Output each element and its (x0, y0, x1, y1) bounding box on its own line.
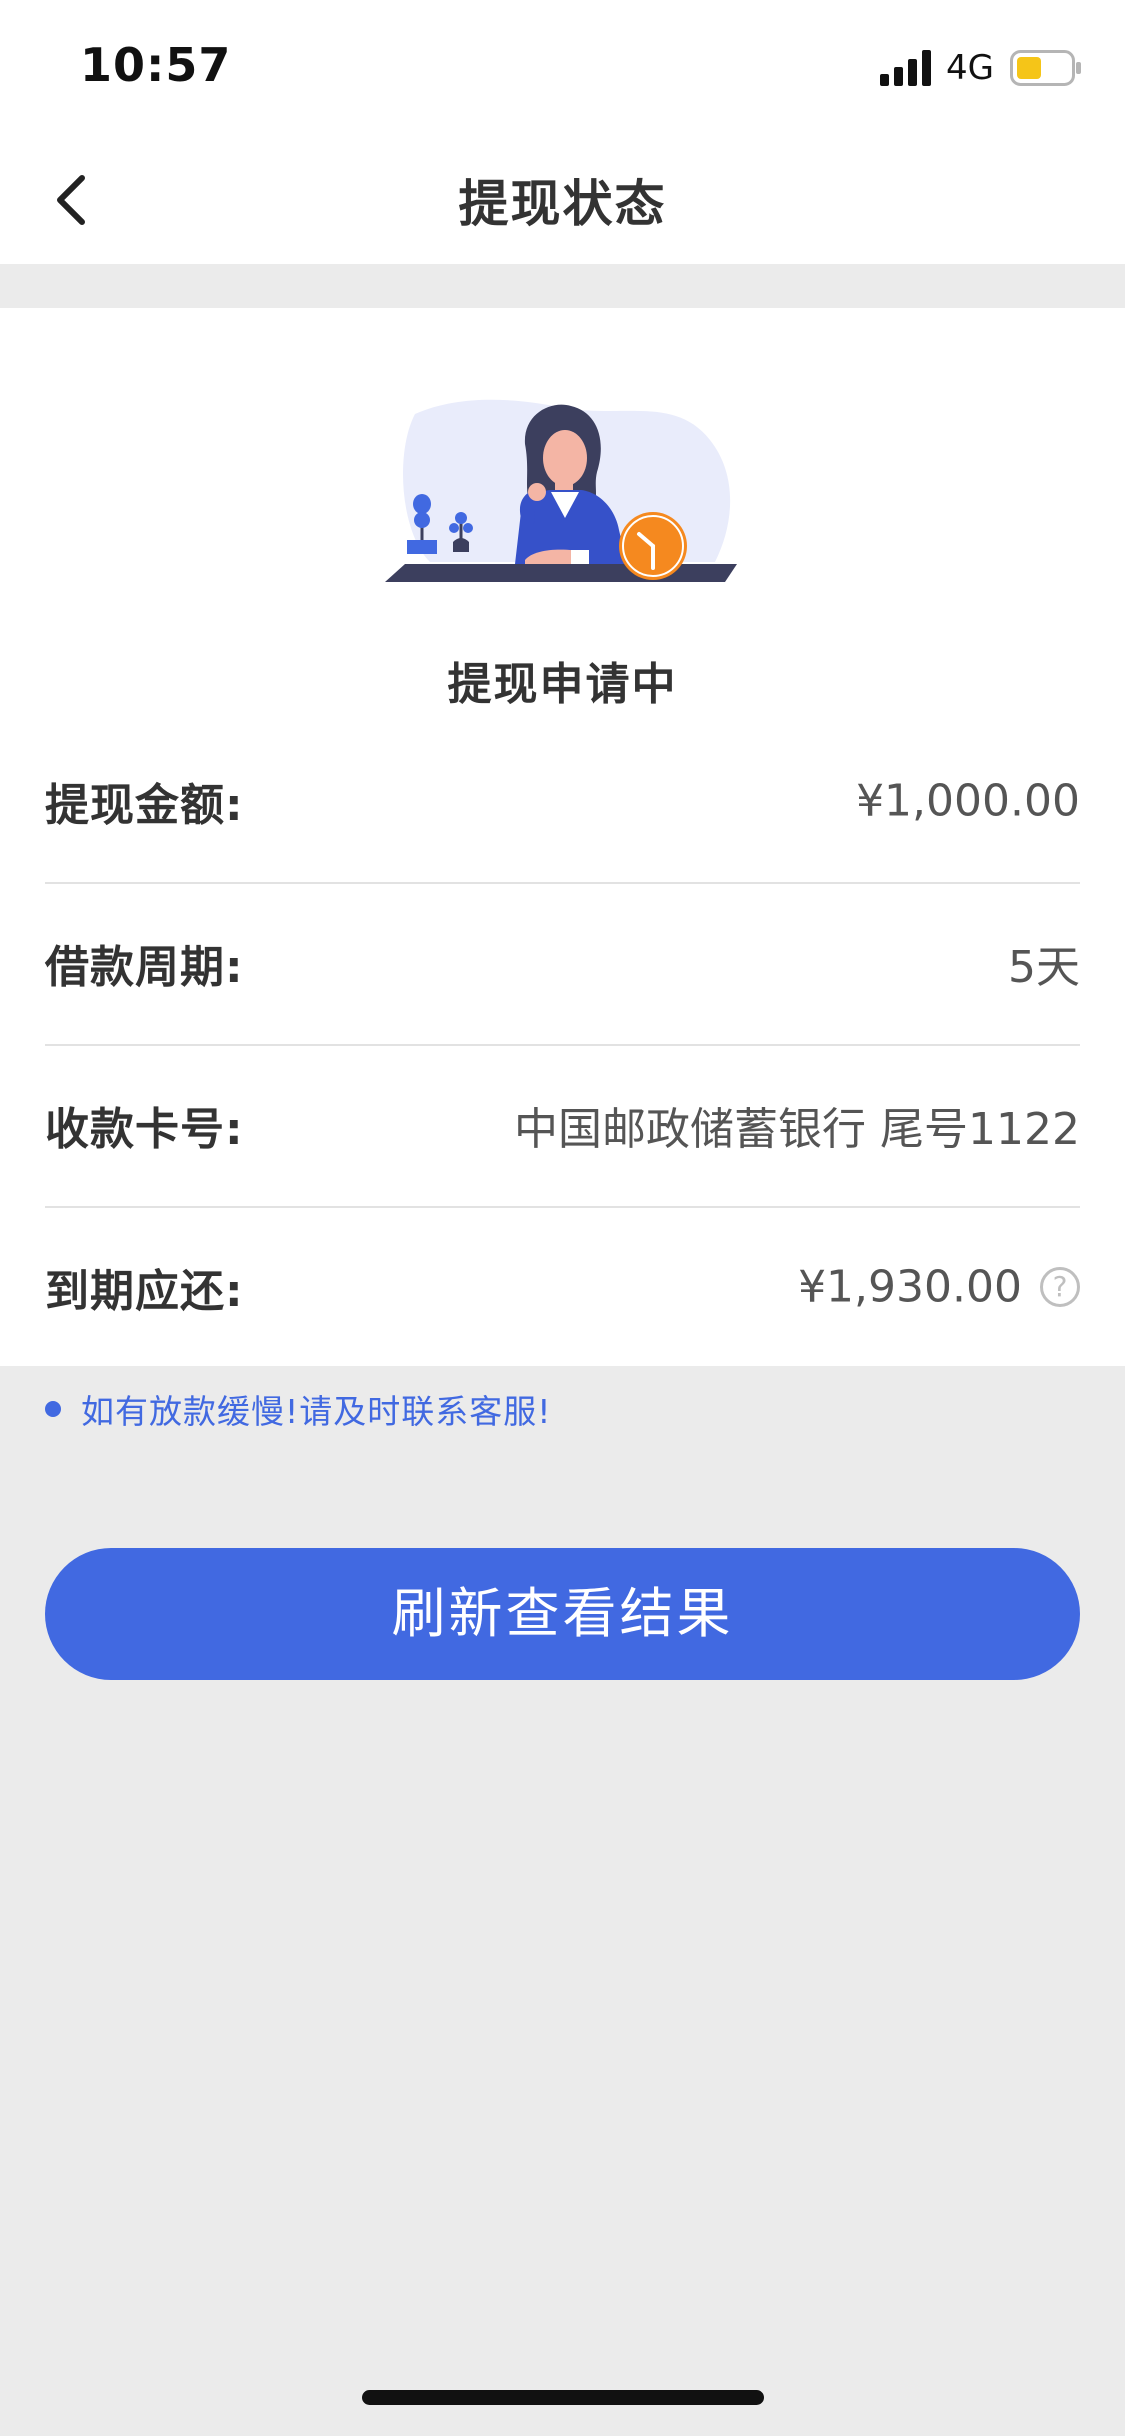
detail-row-period: 借款周期: 5天 (45, 882, 1080, 1046)
bullet-dot-icon (45, 1401, 61, 1417)
detail-row-card: 收款卡号: 中国邮政储蓄银行 尾号1122 (45, 1044, 1080, 1208)
notice-text: 如有放款缓慢!请及时联系客服! (81, 1392, 552, 1431)
signal-icon (880, 50, 931, 86)
status-heading: 提现申请中 (447, 659, 678, 710)
status-time: 10:57 (80, 38, 232, 92)
network-type: 4G (946, 48, 994, 88)
detail-value: 中国邮政储蓄银行 尾号1122 (514, 1104, 1080, 1155)
page-title: 提现状态 (458, 175, 667, 233)
home-indicator[interactable] (362, 2390, 764, 2405)
woman-waiting-illustration (385, 399, 737, 582)
nav-bar: 提现状态 (0, 132, 1125, 264)
detail-label: 到期应还: (45, 1266, 244, 1317)
detail-value: 5天 (1008, 942, 1080, 993)
refresh-result-button[interactable]: 刷新查看结果 (45, 1548, 1080, 1680)
battery-icon (1010, 50, 1081, 86)
detail-label: 借款周期: (45, 942, 244, 993)
notice: 如有放款缓慢!请及时联系客服! (45, 1384, 551, 1434)
detail-label: 收款卡号: (45, 1104, 244, 1155)
detail-label: 提现金额: (45, 780, 244, 831)
detail-value: ¥1,930.00 (798, 1261, 1022, 1313)
withdrawal-status-card: 提现申请中 提现金额: ¥1,000.00 借款周期: 5天 收款卡号: 中国邮… (0, 308, 1125, 1366)
status-bar: 10:57 4G (0, 0, 1125, 132)
question-circle-icon[interactable]: ? (1040, 1267, 1080, 1307)
detail-value: ¥1,000.00 (856, 775, 1080, 827)
detail-row-due: 到期应还: ¥1,930.00 ? (45, 1206, 1080, 1368)
detail-row-amount: 提现金额: ¥1,000.00 (45, 720, 1080, 884)
